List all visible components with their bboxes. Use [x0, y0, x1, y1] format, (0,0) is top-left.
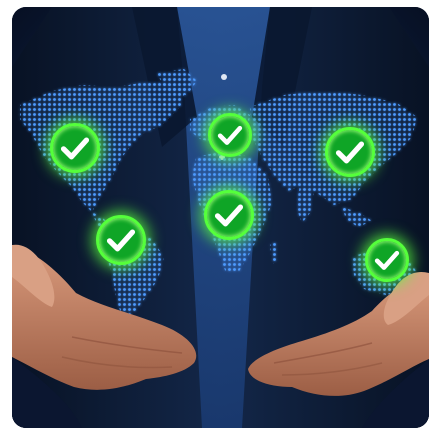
image-frame	[12, 7, 429, 428]
checkmark-badge-icon	[365, 238, 409, 282]
checkmark-badge-icon	[204, 190, 254, 240]
checkmark-badge-icon	[96, 215, 146, 265]
checkmark-badge-icon	[325, 127, 375, 177]
checkmark-badge-icon	[50, 123, 100, 173]
checkmark-badge-icon	[208, 113, 252, 157]
